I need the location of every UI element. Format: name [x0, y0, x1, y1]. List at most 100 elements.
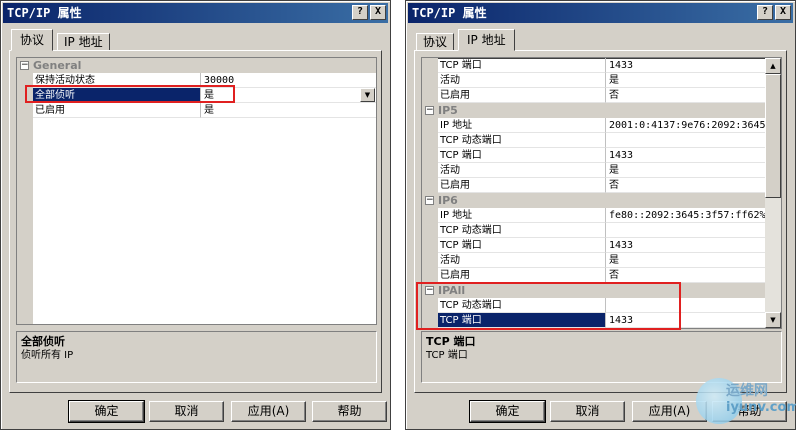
description-panel: 全部侦听 侦听所有 IP — [16, 331, 377, 383]
category-label: IP6 — [438, 194, 458, 207]
property-value[interactable]: 1433 — [606, 148, 765, 163]
ok-button[interactable]: 确定 — [68, 400, 145, 423]
category-ip6[interactable]: − IP6 — [422, 193, 781, 208]
description-title: 全部侦听 — [21, 335, 65, 348]
property-row[interactable]: TCP 动态端口 — [422, 223, 781, 238]
property-name: TCP 端口 — [438, 313, 606, 328]
scroll-thumb[interactable] — [765, 74, 781, 198]
tab-protocol[interactable]: 协议 — [416, 33, 455, 51]
help-icon[interactable]: ? — [757, 5, 773, 20]
property-row[interactable]: TCP 端口 1433 — [422, 238, 781, 253]
property-name: TCP 动态端口 — [438, 223, 606, 238]
property-value[interactable]: 否 — [606, 268, 765, 283]
property-value[interactable]: 1433 — [606, 238, 765, 253]
property-name: 活动 — [438, 163, 606, 178]
property-name: 已启用 — [438, 268, 606, 283]
watermark-line2: iyunv.com — [726, 400, 796, 415]
collapse-icon[interactable]: − — [425, 286, 434, 295]
property-row[interactable]: 已启用否 — [422, 178, 781, 193]
category-ip5[interactable]: − IP5 — [422, 103, 781, 118]
cancel-button[interactable]: 取消 — [149, 401, 224, 422]
property-value[interactable]: 是 — [201, 103, 376, 118]
watermark-logo: 运维网 iyunv.com — [696, 378, 796, 428]
title-bar: TCP/IP 属性 ? X — [408, 3, 793, 23]
tcpip-properties-dialog-left: TCP/IP 属性 ? X 协议 IP 地址 − General 保持活动状态 … — [0, 0, 391, 430]
collapse-icon[interactable]: − — [20, 61, 29, 70]
property-grid[interactable]: TCP 端口 1433 活动 是 已启用 否 − IP5 IP 地址 2001:0… — [421, 57, 782, 329]
close-icon[interactable]: X — [775, 5, 791, 20]
property-value[interactable]: 是 — [606, 253, 765, 268]
property-name: 已启用 — [33, 103, 201, 118]
apply-button[interactable]: 应用(A) — [231, 401, 306, 422]
property-name: TCP 端口 — [438, 238, 606, 253]
property-value[interactable]: 1433 — [606, 58, 765, 73]
tab-ip-addresses[interactable]: IP 地址 — [57, 33, 110, 51]
close-icon[interactable]: X — [370, 5, 386, 20]
property-name: 已启用 — [438, 88, 606, 103]
property-value-input[interactable]: 1433 — [606, 313, 765, 328]
collapse-icon[interactable]: − — [425, 106, 434, 115]
property-row[interactable]: TCP 动态端口 — [422, 298, 781, 313]
property-row[interactable]: TCP 端口 1433 — [422, 148, 781, 163]
property-row[interactable]: 已启用 是 — [17, 103, 376, 118]
property-value[interactable]: 30000 — [201, 73, 376, 88]
property-value[interactable] — [606, 298, 765, 313]
property-row[interactable]: 已启用否 — [422, 268, 781, 283]
property-row[interactable]: 活动是 — [422, 253, 781, 268]
property-row[interactable]: IP 地址 fe80::2092:3645:3f57:ff62%1 — [422, 208, 781, 223]
property-row[interactable]: IP 地址 2001:0:4137:9e76:2092:3645: — [422, 118, 781, 133]
help-button[interactable]: 帮助 — [312, 401, 387, 422]
property-name: 已启用 — [438, 178, 606, 193]
property-name: TCP 动态端口 — [438, 133, 606, 148]
category-ipall[interactable]: − IPAll — [422, 283, 781, 298]
vertical-scrollbar[interactable]: ▲ ▼ — [765, 58, 781, 328]
scroll-down-icon[interactable]: ▼ — [765, 312, 781, 328]
tcpip-properties-dialog-right: TCP/IP 属性 ? X 协议 IP 地址 TCP 端口 1433 活动 是 … — [405, 0, 796, 430]
property-row[interactable]: 活动 是 — [422, 73, 781, 88]
property-value[interactable]: 2001:0:4137:9e76:2092:3645: — [606, 118, 765, 133]
property-value[interactable]: 否 — [606, 178, 765, 193]
title-bar: TCP/IP 属性 ? X — [3, 3, 388, 23]
property-row[interactable]: 保持活动状态 30000 — [17, 73, 376, 88]
property-name: TCP 动态端口 — [438, 298, 606, 313]
property-row[interactable]: TCP 动态端口 — [422, 133, 781, 148]
property-value-select[interactable]: 是 — [201, 88, 376, 103]
scroll-up-icon[interactable]: ▲ — [765, 58, 781, 74]
property-name: 活动 — [438, 73, 606, 88]
category-label: IP5 — [438, 104, 458, 117]
property-row[interactable]: 活动是 — [422, 163, 781, 178]
ok-button[interactable]: 确定 — [469, 400, 546, 423]
window-title: TCP/IP 属性 — [7, 6, 82, 20]
property-value[interactable] — [606, 133, 765, 148]
property-value[interactable]: fe80::2092:3645:3f57:ff62%1 — [606, 208, 765, 223]
property-row-selected[interactable]: TCP 端口 1433 — [422, 313, 781, 328]
help-icon[interactable]: ? — [352, 5, 368, 20]
description-panel: TCP 端口 TCP 端口 — [421, 331, 782, 383]
property-row[interactable]: 已启用 否 — [422, 88, 781, 103]
property-value[interactable] — [606, 223, 765, 238]
property-row-selected[interactable]: 全部侦听 是 ▼ — [17, 88, 376, 103]
window-title: TCP/IP 属性 — [412, 6, 487, 20]
tab-protocol[interactable]: 协议 — [11, 29, 54, 51]
category-label: IPAll — [438, 284, 466, 297]
dropdown-arrow-icon[interactable]: ▼ — [360, 88, 375, 102]
category-general[interactable]: − General — [17, 58, 376, 73]
tab-ip-addresses[interactable]: IP 地址 — [458, 29, 515, 51]
description-text: TCP 端口 — [426, 350, 468, 361]
property-name: 活动 — [438, 253, 606, 268]
property-name: TCP 端口 — [438, 58, 606, 73]
property-value[interactable]: 否 — [606, 88, 765, 103]
property-row[interactable]: TCP 端口 1433 — [422, 58, 781, 73]
tab-panel: − General 保持活动状态 30000 全部侦听 是 ▼ 已启用 是 全部… — [9, 50, 382, 393]
property-name: 全部侦听 — [33, 88, 201, 103]
property-name: IP 地址 — [438, 208, 606, 223]
category-label: General — [33, 59, 82, 72]
collapse-icon[interactable]: − — [425, 196, 434, 205]
property-value[interactable]: 是 — [606, 163, 765, 178]
property-grid[interactable]: − General 保持活动状态 30000 全部侦听 是 ▼ 已启用 是 — [16, 57, 377, 325]
description-text: 侦听所有 IP — [21, 350, 74, 361]
property-name: IP 地址 — [438, 118, 606, 133]
property-value[interactable]: 是 — [606, 73, 765, 88]
watermark-line1: 运维网 — [726, 383, 768, 399]
cancel-button[interactable]: 取消 — [550, 401, 625, 422]
